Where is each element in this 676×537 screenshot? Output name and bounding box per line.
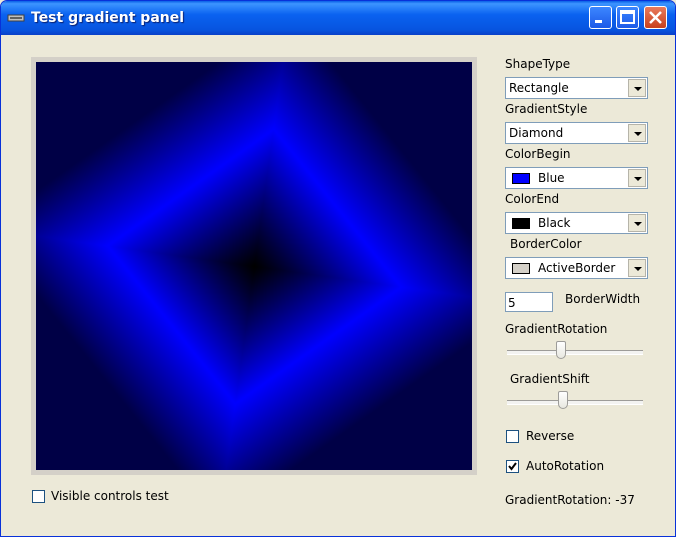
- chevron-down-icon[interactable]: [628, 124, 646, 142]
- window-title: Test gradient panel: [31, 10, 185, 26]
- checkmark-icon: [508, 462, 517, 471]
- close-button[interactable]: [644, 6, 667, 29]
- color-begin-label: ColorBegin: [505, 147, 571, 161]
- gradient-rotation-slider[interactable]: [507, 341, 643, 363]
- app-window: Test gradient panel ShapeType Rectangle …: [0, 0, 676, 537]
- chevron-down-icon[interactable]: [628, 259, 646, 277]
- slider-thumb[interactable]: [556, 341, 567, 359]
- app-icon: [7, 14, 25, 22]
- chevron-down-icon[interactable]: [628, 79, 646, 97]
- color-end-label: ColorEnd: [505, 192, 560, 206]
- reverse-checkbox[interactable]: [506, 430, 519, 443]
- gradient-canvas: [36, 62, 472, 470]
- gradient-style-select[interactable]: Diamond: [505, 122, 648, 144]
- border-width-value: 5: [508, 296, 516, 310]
- color-begin-value: Blue: [538, 171, 565, 185]
- title-bar[interactable]: Test gradient panel: [1, 1, 675, 35]
- gradient-panel: [31, 57, 477, 475]
- border-color-value: ActiveBorder: [538, 261, 616, 275]
- reverse-label[interactable]: Reverse: [526, 429, 574, 443]
- color-swatch: [512, 218, 530, 229]
- slider-track: [507, 400, 643, 405]
- gradient-shift-slider[interactable]: [507, 391, 643, 413]
- shape-type-label: ShapeType: [505, 57, 571, 71]
- color-swatch: [512, 173, 530, 184]
- gradient-style-label: GradientStyle: [505, 102, 588, 116]
- maximize-button[interactable]: [616, 6, 639, 29]
- auto-rotation-label[interactable]: AutoRotation: [526, 459, 604, 473]
- gradient-rotation-label: GradientRotation: [505, 322, 608, 336]
- border-color-label: BorderColor: [510, 237, 582, 251]
- shape-type-value: Rectangle: [509, 81, 569, 95]
- visible-controls-label[interactable]: Visible controls test: [51, 489, 169, 503]
- color-end-select[interactable]: Black: [505, 212, 648, 234]
- gradient-shift-label: GradientShift: [510, 372, 590, 386]
- border-width-input[interactable]: 5: [505, 292, 553, 312]
- client-area: ShapeType Rectangle GradientStyle Diamon…: [5, 35, 671, 534]
- maximize-icon: [620, 10, 635, 24]
- border-color-select[interactable]: ActiveBorder: [505, 257, 648, 279]
- minimize-button[interactable]: [589, 6, 612, 29]
- chevron-down-icon[interactable]: [628, 169, 646, 187]
- visible-controls-checkbox[interactable]: [32, 490, 45, 503]
- color-begin-select[interactable]: Blue: [505, 167, 648, 189]
- slider-thumb[interactable]: [557, 391, 568, 409]
- close-icon: [649, 11, 662, 24]
- color-end-value: Black: [538, 216, 571, 230]
- shape-type-select[interactable]: Rectangle: [505, 77, 648, 99]
- chevron-down-icon[interactable]: [628, 214, 646, 232]
- slider-track: [507, 350, 643, 355]
- gradient-style-value: Diamond: [509, 126, 564, 140]
- gradient-rotation-status: GradientRotation: -37: [505, 493, 635, 507]
- minimize-icon: [595, 20, 602, 23]
- color-swatch: [512, 263, 530, 274]
- border-width-label: BorderWidth: [565, 292, 641, 306]
- auto-rotation-checkbox[interactable]: [506, 460, 519, 473]
